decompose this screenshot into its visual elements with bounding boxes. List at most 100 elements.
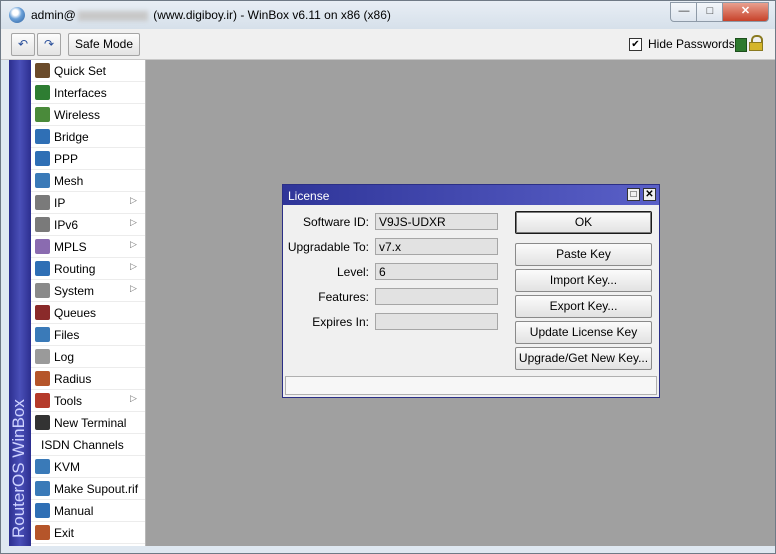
sidebar-item-ppp[interactable]: PPP (31, 148, 145, 170)
sidebar-item-isdn-channels[interactable]: ISDN Channels (31, 434, 145, 456)
sidebar-item-manual[interactable]: Manual (31, 500, 145, 522)
sidebar-item-bridge[interactable]: Bridge (31, 126, 145, 148)
submenu-arrow-icon: ▷ (130, 261, 137, 271)
system-icon (35, 283, 50, 298)
upgradable-to-field[interactable]: v7.x (375, 238, 498, 255)
maximize-button[interactable]: □ (696, 2, 724, 22)
sidebar-item-routing[interactable]: Routing ▷ (31, 258, 145, 280)
level-field[interactable]: 6 (375, 263, 498, 280)
connection-status-icon (735, 38, 747, 52)
sidebar-menu: Quick Set Interfaces Wireless Bridge PPP Mesh… (31, 60, 146, 546)
minimize-button[interactable]: — (670, 2, 698, 22)
dialog-maximize-button[interactable]: □ (627, 188, 640, 201)
log-icon (35, 349, 50, 364)
wireless-icon (35, 107, 50, 122)
upgrade-get-new-key-button[interactable]: Upgrade/Get New Key... (515, 347, 652, 370)
sidebar-item-radius[interactable]: Radius (31, 368, 145, 390)
submenu-arrow-icon: ▷ (130, 283, 137, 293)
redacted-address (77, 10, 148, 21)
brand-text: RouterOS WinBox (9, 399, 28, 538)
redo-button[interactable]: ↷ (37, 33, 61, 56)
safe-mode-button[interactable]: Safe Mode (68, 33, 140, 56)
license-dialog-title: License (288, 189, 330, 203)
expires-in-label: Expires In: (312, 315, 369, 329)
window-title: admin@ (www.digiboy.ir) - WinBox v6.11 o… (31, 8, 391, 22)
sidebar-item-label: KVM (54, 460, 81, 474)
sidebar-item-tools[interactable]: Tools ▷ (31, 390, 145, 412)
sidebar-item-label: Exit (54, 526, 75, 540)
sidebar-item-label: Queues (54, 306, 97, 320)
sidebar-item-label: New Terminal (54, 416, 127, 430)
toolbar: ↶ ↷ Safe Mode ✔ Hide Passwords (1, 29, 775, 60)
sidebar-item-label: Tools (54, 394, 83, 408)
queues-icon (35, 305, 50, 320)
software-id-field[interactable]: V9JS-UDXR (375, 213, 498, 230)
expires-in-field[interactable] (375, 313, 498, 330)
sidebar-item-wireless[interactable]: Wireless (31, 104, 145, 126)
routing-icon (35, 261, 50, 276)
sidebar-item-label: Mesh (54, 174, 84, 188)
sidebar-item-interfaces[interactable]: Interfaces (31, 82, 145, 104)
supout-icon (35, 481, 50, 496)
sidebar-item-label: Make Supout.rif (54, 482, 139, 496)
winbox-app-icon (9, 7, 25, 23)
winbox-window: admin@ (www.digiboy.ir) - WinBox v6.11 o… (0, 0, 776, 554)
license-dialog-status-bar (285, 376, 657, 395)
sidebar-item-kvm[interactable]: KVM (31, 456, 145, 478)
exit-icon (35, 525, 50, 540)
import-key-button[interactable]: Import Key... (515, 269, 652, 292)
interfaces-icon (35, 85, 50, 100)
title-user: admin@ (31, 8, 76, 22)
title-rest: (www.digiboy.ir) - WinBox v6.11 on x86 (… (153, 8, 391, 22)
sidebar-item-label: Manual (54, 504, 94, 518)
sidebar-item-ipv6[interactable]: IPv6 ▷ (31, 214, 145, 236)
sidebar-item-new-terminal[interactable]: New Terminal (31, 412, 145, 434)
submenu-arrow-icon: ▷ (130, 217, 137, 227)
sidebar-item-exit[interactable]: Exit (31, 522, 145, 544)
sidebar-item-label: Bridge (54, 130, 89, 144)
mpls-icon (35, 239, 50, 254)
sidebar-item-label: Quick Set (54, 64, 107, 78)
ppp-icon (35, 151, 50, 166)
export-key-button[interactable]: Export Key... (515, 295, 652, 318)
hide-passwords-checkbox[interactable]: ✔ (629, 38, 642, 51)
license-dialog-titlebar[interactable]: License □ ✕ (283, 185, 659, 205)
terminal-icon (35, 415, 50, 430)
close-button[interactable]: ✕ (722, 2, 769, 22)
sidebar-item-mesh[interactable]: Mesh (31, 170, 145, 192)
lock-icon (749, 35, 763, 51)
sidebar-item-label: Files (54, 328, 80, 342)
sidebar-item-log[interactable]: Log (31, 346, 145, 368)
hide-passwords-label: Hide Passwords (648, 37, 735, 51)
sidebar-item-quick-set[interactable]: Quick Set (31, 60, 145, 82)
sidebar-item-label: IP (54, 196, 66, 210)
sidebar-item-files[interactable]: Files (31, 324, 145, 346)
sidebar-item-label: Wireless (54, 108, 101, 122)
files-icon (35, 327, 50, 342)
features-label: Features: (318, 290, 369, 304)
sidebar-item-queues[interactable]: Queues (31, 302, 145, 324)
dialog-close-button[interactable]: ✕ (643, 188, 656, 201)
license-dialog: License □ ✕ Software ID: V9JS-UDXR Upgra… (282, 184, 660, 398)
sidebar-item-ip[interactable]: IP ▷ (31, 192, 145, 214)
sidebar-item-make-supout-rif[interactable]: Make Supout.rif (31, 478, 145, 500)
undo-button[interactable]: ↶ (11, 33, 35, 56)
sidebar-item-label: Radius (54, 372, 92, 386)
submenu-arrow-icon: ▷ (130, 393, 137, 403)
sidebar-item-system[interactable]: System ▷ (31, 280, 145, 302)
submenu-arrow-icon: ▷ (130, 239, 137, 249)
title-bar[interactable]: admin@ (www.digiboy.ir) - WinBox v6.11 o… (1, 1, 775, 29)
update-license-key-button[interactable]: Update License Key (515, 321, 652, 344)
submenu-arrow-icon: ▷ (130, 195, 137, 205)
bridge-icon (35, 129, 50, 144)
sidebar-item-label: PPP (54, 152, 79, 166)
ok-button[interactable]: OK (515, 211, 652, 234)
sidebar-item-label: System (54, 284, 95, 298)
sidebar-item-mpls[interactable]: MPLS ▷ (31, 236, 145, 258)
features-field[interactable] (375, 288, 498, 305)
sidebar-item-label: ISDN Channels (41, 438, 124, 452)
quick-set-icon (35, 63, 50, 78)
paste-key-button[interactable]: Paste Key (515, 243, 652, 266)
ip-icon (35, 195, 50, 210)
sidebar-item-label: Log (54, 350, 75, 364)
